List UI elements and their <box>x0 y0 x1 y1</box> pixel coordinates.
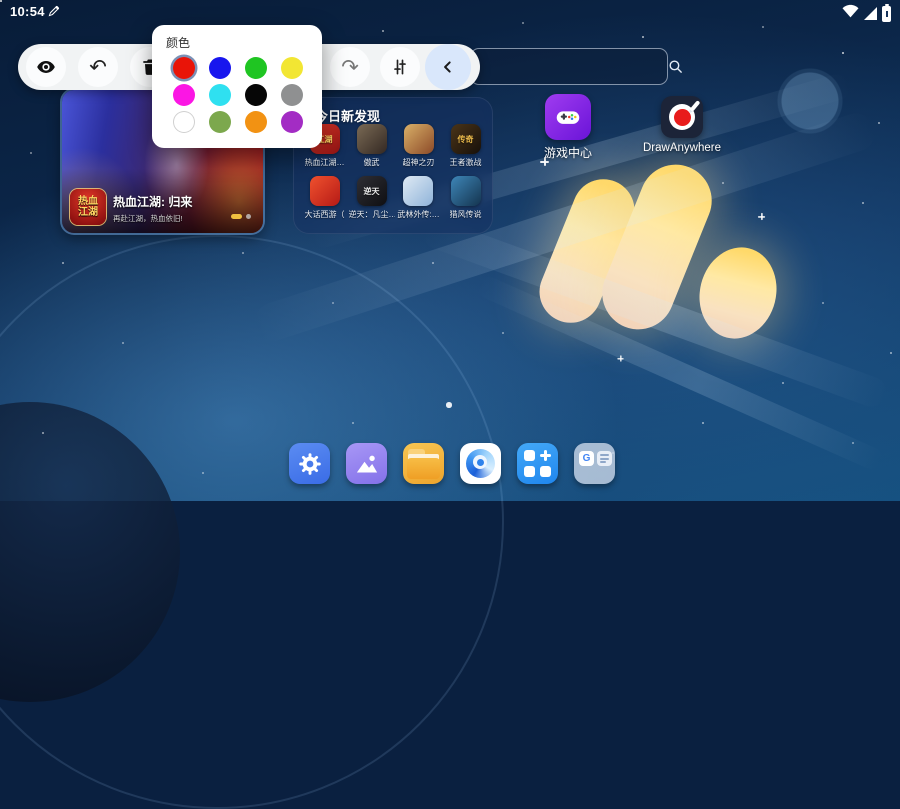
widget-app-label: 大话西游（ <box>305 209 345 220</box>
widget-app[interactable]: 传奇王者激战 <box>450 124 482 176</box>
search-bar[interactable] <box>470 48 668 85</box>
widget-app-label: 逆天：凡尘… <box>349 209 395 220</box>
color-swatch-olive[interactable] <box>209 111 231 133</box>
adjust-button[interactable] <box>380 47 420 87</box>
adjust-sliders-icon <box>390 57 410 77</box>
widget-app[interactable]: 武林外传:… <box>397 176 439 228</box>
promo-title: 热血江湖: 归来 <box>113 193 192 210</box>
widget-app-icon <box>404 124 434 154</box>
dock-browser[interactable] <box>460 443 501 484</box>
app-game-center[interactable]: 游戏中心 <box>522 94 614 161</box>
search-input[interactable] <box>471 59 667 74</box>
color-swatch-purple[interactable] <box>281 111 303 133</box>
widget-app-icon: 传奇 <box>451 124 481 154</box>
dock-google-folder[interactable]: G <box>574 443 615 484</box>
widget-app-label: 超神之刃 <box>403 157 435 168</box>
redo-button[interactable]: ↷ <box>330 47 370 87</box>
promo-app-icon[interactable]: 热血 江湖 <box>70 189 106 225</box>
eye-button[interactable] <box>26 47 66 87</box>
discovery-widget-title: 今日新发现 <box>315 106 380 125</box>
discovery-grid: 江湖热血江湖…傲武超神之刃传奇王者激战大话西游（逆天逆天：凡尘…武林外传:…猎风… <box>301 124 489 228</box>
sparkle-icon <box>617 355 623 361</box>
chevron-left-icon <box>438 57 458 77</box>
promo-app-icon-text: 热血 <box>78 196 98 207</box>
stylus-icon <box>47 5 60 23</box>
promo-info: 热血 江湖 热血江湖: 归来 再赴江湖，热血依旧! <box>70 189 192 225</box>
dock-files[interactable] <box>403 443 444 484</box>
google-icon: G <box>579 451 594 466</box>
status-bar: 10:54 <box>0 0 900 24</box>
color-swatch-blue[interactable] <box>209 57 231 79</box>
color-picker-title: 颜色 <box>166 34 190 51</box>
widget-app-icon <box>310 176 340 206</box>
mini-app-icon <box>597 451 612 466</box>
widget-app[interactable]: 逆天逆天：凡尘… <box>349 176 395 228</box>
widget-app-icon <box>451 176 481 206</box>
draw-anywhere-icon <box>661 96 703 138</box>
dock-app-market[interactable] <box>517 443 558 484</box>
widget-app-label: 傲武 <box>364 157 380 168</box>
widget-app-icon <box>403 176 433 206</box>
color-picker-popup: 颜色 <box>152 25 322 148</box>
dock-gallery[interactable] <box>346 443 387 484</box>
eye-icon <box>35 56 57 78</box>
color-swatch-gray[interactable] <box>281 84 303 106</box>
widget-app-label: 武林外传:… <box>397 209 439 220</box>
widget-app[interactable]: 傲武 <box>357 124 387 176</box>
promo-subtitle: 再赴江湖，热血依旧! <box>113 213 192 224</box>
widget-app-label: 王者激战 <box>450 157 482 168</box>
widget-app[interactable]: 大话西游（ <box>305 176 345 228</box>
color-swatch-green[interactable] <box>245 57 267 79</box>
game-center-icon <box>545 94 591 140</box>
wifi-icon <box>842 4 859 23</box>
promo-app-icon-text: 江湖 <box>78 207 98 218</box>
search-icon[interactable] <box>667 58 684 75</box>
app-draw-anywhere[interactable]: DrawAnywhere <box>634 96 730 154</box>
color-swatch-orange[interactable] <box>245 111 267 133</box>
color-grid <box>173 57 317 138</box>
widget-app[interactable]: 超神之刃 <box>403 124 435 176</box>
color-swatch-black[interactable] <box>245 84 267 106</box>
page-dot-active <box>231 214 242 219</box>
gallery-icon <box>353 450 380 477</box>
app-label: DrawAnywhere <box>643 142 721 154</box>
dock-settings[interactable] <box>289 443 330 484</box>
discovery-widget: 今日新发现 江湖热血江湖…傲武超神之刃传奇王者激战大话西游（逆天逆天：凡尘…武林… <box>293 97 493 234</box>
color-swatch-cyan[interactable] <box>209 84 231 106</box>
color-swatch-red[interactable] <box>173 57 195 79</box>
gear-icon <box>296 450 323 477</box>
undo-icon: ↶ <box>89 57 107 78</box>
widget-app-icon <box>357 124 387 154</box>
widget-app-icon: 逆天 <box>357 176 387 206</box>
color-swatch-magenta[interactable] <box>173 84 195 106</box>
page-dot <box>246 214 251 219</box>
widget-app-label: 猎风传说 <box>450 209 482 220</box>
widget-app[interactable]: 猎风传说 <box>450 176 482 228</box>
undo-button[interactable]: ↶ <box>78 47 118 87</box>
widget-app-label: 热血江湖… <box>305 157 345 168</box>
app-label: 游戏中心 <box>544 144 592 161</box>
redo-icon: ↷ <box>341 57 359 78</box>
clock: 10:54 <box>10 4 45 19</box>
collapse-toolbar-button[interactable] <box>425 44 471 90</box>
cellular-icon <box>864 7 877 20</box>
color-swatch-yellow[interactable] <box>281 57 303 79</box>
battery-icon <box>882 6 891 22</box>
sparkle-icon <box>758 213 765 220</box>
page-indicator <box>231 214 251 219</box>
app-market-icon <box>524 450 535 461</box>
dock: G <box>0 443 900 487</box>
color-swatch-white[interactable] <box>173 111 195 133</box>
